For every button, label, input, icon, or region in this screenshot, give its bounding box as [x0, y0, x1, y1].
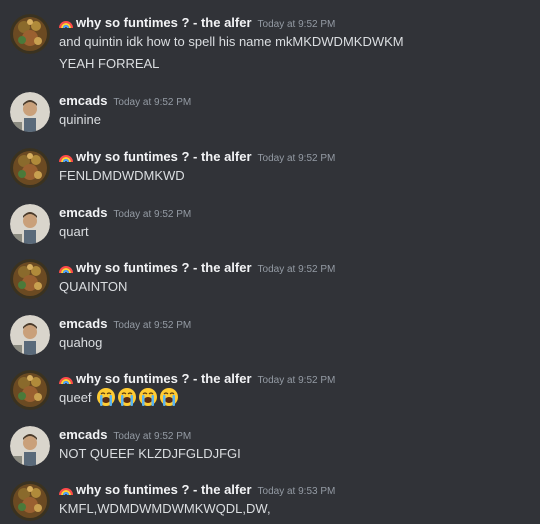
alfer-avatar[interactable]	[10, 370, 50, 410]
emcads-avatar[interactable]	[10, 204, 50, 244]
message-text: quinine	[59, 112, 101, 127]
timestamp[interactable]: Today at 9:52 PM	[258, 153, 336, 164]
rainbow-icon	[59, 488, 73, 495]
message-header: why so funtimes ? - the alfer Today at 9:…	[59, 259, 335, 279]
timestamp[interactable]: Today at 9:52 PM	[258, 19, 336, 30]
timestamp[interactable]: Today at 9:52 PM	[113, 97, 191, 108]
rainbow-icon	[59, 21, 73, 28]
emcads-avatar[interactable]	[10, 92, 50, 132]
chat-message-list: why so funtimes ? - the alfer Today at 9:…	[0, 0, 540, 524]
timestamp[interactable]: Today at 9:52 PM	[258, 375, 336, 386]
message-header: emcads Today at 9:52 PM	[59, 315, 191, 335]
author-name[interactable]: why so funtimes ? - the alfer	[76, 482, 252, 497]
timestamp[interactable]: Today at 9:53 PM	[258, 486, 336, 497]
message-text: NOT QUEEF KLZDJFGLDJFGI	[59, 446, 241, 461]
loudly-crying-face-emoji[interactable]	[159, 387, 179, 407]
alfer-avatar[interactable]	[10, 14, 50, 54]
alfer-avatar[interactable]	[10, 481, 50, 521]
rainbow-icon	[59, 266, 73, 273]
message-text: KMFL,WDMDWMDWMKWQDL,DW,	[59, 501, 271, 516]
emcads-avatar[interactable]	[10, 426, 50, 466]
message-header: why so funtimes ? - the alfer Today at 9:…	[59, 481, 335, 501]
timestamp[interactable]: Today at 9:52 PM	[113, 209, 191, 220]
message-text: FENLDMDWDMKWD	[59, 168, 185, 183]
message-header: why so funtimes ? - the alfer Today at 9:…	[59, 148, 335, 168]
author-name[interactable]: why so funtimes ? - the alfer	[76, 371, 252, 386]
message-header: emcads Today at 9:52 PM	[59, 92, 191, 112]
message-text: quart	[59, 224, 89, 239]
message-word: queef	[59, 390, 92, 405]
author-name[interactable]: emcads	[59, 205, 107, 220]
message-text: and quintin idk how to spell his name mk…	[59, 34, 404, 49]
author-name[interactable]: why so funtimes ? - the alfer	[76, 15, 252, 30]
message-text: YEAH FORREAL	[59, 56, 160, 71]
author-name[interactable]: emcads	[59, 427, 107, 442]
loudly-crying-face-emoji[interactable]	[117, 387, 137, 407]
rainbow-icon	[59, 377, 73, 384]
emcads-avatar[interactable]	[10, 315, 50, 355]
message-text: quahog	[59, 335, 103, 350]
loudly-crying-face-emoji[interactable]	[138, 387, 158, 407]
loudly-crying-face-emoji[interactable]	[96, 387, 116, 407]
message-header: emcads Today at 9:52 PM	[59, 204, 191, 224]
message-text: QUAINTON	[59, 279, 128, 294]
alfer-avatar[interactable]	[10, 148, 50, 188]
timestamp[interactable]: Today at 9:52 PM	[113, 320, 191, 331]
message-text: queef	[59, 387, 179, 407]
timestamp[interactable]: Today at 9:52 PM	[258, 264, 336, 275]
author-name[interactable]: why so funtimes ? - the alfer	[76, 149, 252, 164]
alfer-avatar[interactable]	[10, 259, 50, 299]
message-header: emcads Today at 9:52 PM	[59, 426, 191, 446]
timestamp[interactable]: Today at 9:52 PM	[113, 431, 191, 442]
author-name[interactable]: emcads	[59, 316, 107, 331]
author-name[interactable]: emcads	[59, 93, 107, 108]
author-name[interactable]: why so funtimes ? - the alfer	[76, 260, 252, 275]
message-header: why so funtimes ? - the alfer Today at 9:…	[59, 14, 335, 34]
rainbow-icon	[59, 155, 73, 162]
